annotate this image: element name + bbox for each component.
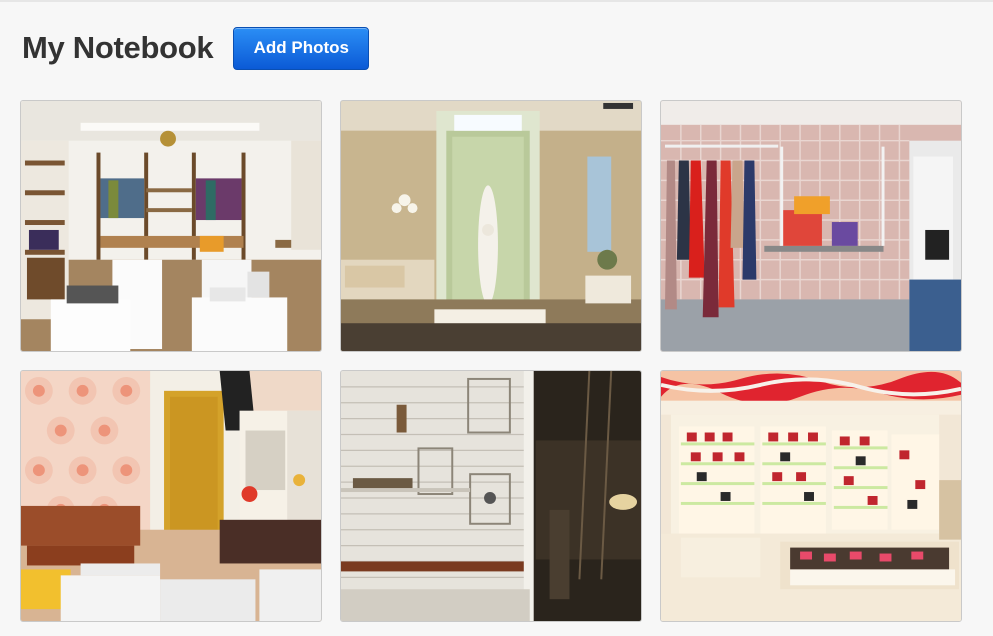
photo-grid	[20, 100, 962, 622]
photo-boutique-shelving	[21, 101, 321, 351]
photo-retro-floral-shop	[21, 371, 321, 621]
photo-tile[interactable]	[340, 100, 642, 352]
photo-pink-tiled-wall	[661, 101, 961, 351]
add-photos-button[interactable]: Add Photos	[233, 26, 370, 70]
photo-tile[interactable]	[340, 370, 642, 622]
photo-tile[interactable]	[20, 100, 322, 352]
photo-tile[interactable]	[660, 370, 962, 622]
photo-glass-display-case	[341, 101, 641, 351]
page-header: My Notebook Add Photos	[22, 26, 370, 70]
photo-handbag-store	[661, 371, 961, 621]
photo-tile[interactable]	[20, 370, 322, 622]
top-divider	[0, 0, 993, 2]
photo-tile[interactable]	[660, 100, 962, 352]
page-title: My Notebook	[22, 30, 214, 65]
photo-white-brick-wall	[341, 371, 641, 621]
